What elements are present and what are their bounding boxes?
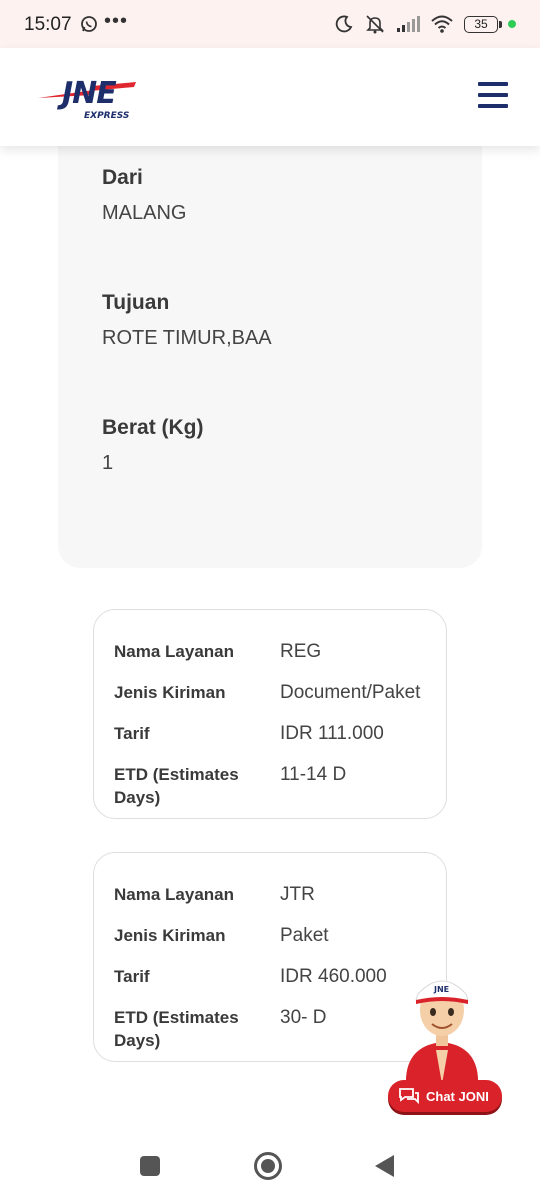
svg-text:EXPRESS: EXPRESS [84, 111, 129, 121]
etd-label: ETD (Estimates Days) [114, 765, 239, 807]
shipment-info-card: Dari MALANG Tujuan ROTE TIMUR,BAA Berat … [58, 110, 482, 568]
weight-label: Berat (Kg) [102, 416, 204, 439]
joni-mascot-avatar[interactable]: JNE [396, 964, 488, 1086]
privacy-dot-indicator [508, 20, 516, 28]
etd-value: 30- D [280, 1007, 327, 1028]
service-name-value: REG [280, 641, 322, 662]
tariff-value: IDR 460.000 [280, 966, 387, 987]
whatsapp-icon [81, 16, 97, 32]
signal-icon [397, 16, 420, 32]
shipment-type-label: Jenis Kiriman [114, 683, 226, 702]
more-dots-icon: ••• [104, 10, 129, 32]
tariff-label: Tarif [114, 724, 150, 743]
to-label: Tujuan [102, 291, 170, 314]
shipment-type-value: Paket [280, 925, 329, 946]
svg-text:JNE: JNE [433, 985, 449, 994]
to-value: ROTE TIMUR,BAA [102, 327, 272, 349]
battery-icon: 35 [464, 15, 502, 33]
wifi-icon [431, 15, 453, 33]
back-triangle-icon[interactable] [375, 1155, 394, 1177]
tariff-label: Tarif [114, 967, 150, 986]
shipment-type-label: Jenis Kiriman [114, 926, 226, 945]
service-name-label: Nama Layanan [114, 642, 234, 661]
weight-value: 1 [102, 452, 114, 474]
system-nav-bar [0, 1134, 540, 1200]
svg-text:JNE: JNE [57, 76, 117, 111]
chat-joni-label: Chat JONI [426, 1088, 489, 1104]
hamburger-menu-button[interactable] [478, 82, 508, 108]
hamburger-icon [478, 82, 508, 86]
shipment-type-value: Document/Paket [280, 682, 421, 703]
app-header: JNE EXPRESS [0, 48, 540, 146]
service-name-value: JTR [280, 884, 315, 905]
status-bar: 15:07 ••• 35 [0, 0, 540, 48]
status-time: 15:07 [24, 14, 72, 35]
jne-logo[interactable]: JNE EXPRESS [32, 70, 142, 122]
service-name-label: Nama Layanan [114, 885, 234, 904]
moon-icon [335, 15, 353, 33]
service-card-jtr: Nama Layanan JTR Jenis Kiriman Paket Tar… [93, 852, 447, 1062]
chat-bubble-icon [399, 1088, 419, 1105]
etd-value: 11-14 D [280, 764, 347, 785]
recents-square-icon[interactable] [140, 1156, 160, 1176]
chat-joni-button[interactable]: Chat JONI [388, 1080, 502, 1112]
from-value: MALANG [102, 202, 187, 224]
mute-icon [366, 15, 384, 34]
home-circle-icon[interactable] [254, 1152, 282, 1180]
etd-label: ETD (Estimates Days) [114, 1008, 239, 1050]
status-icons: 35 [334, 14, 516, 34]
service-card-reg: Nama Layanan REG Jenis Kiriman Document/… [93, 609, 447, 819]
tariff-value: IDR 111.000 [280, 723, 384, 744]
from-label: Dari [102, 166, 143, 189]
